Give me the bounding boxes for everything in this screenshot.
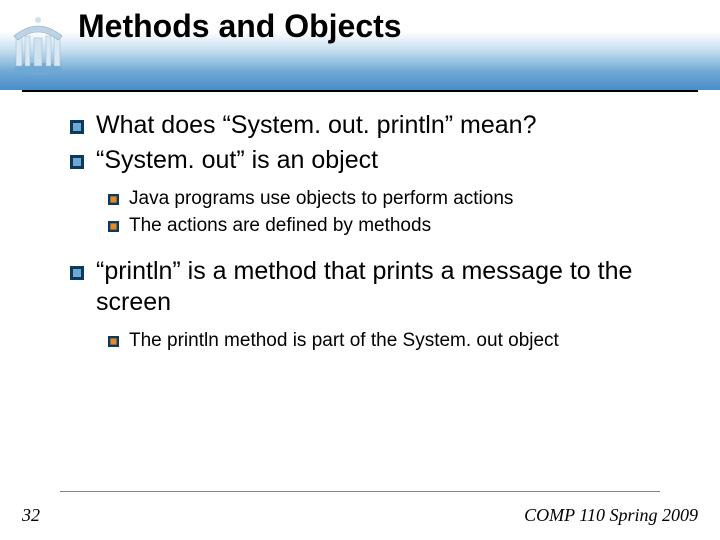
bullet-item: “println” is a method that prints a mess…: [70, 256, 690, 319]
bullet-text: “println” is a method that prints a mess…: [96, 256, 690, 319]
sub-bullet-item: Java programs use objects to perform act…: [108, 187, 690, 211]
unc-logo: [10, 14, 66, 76]
slide-title: Methods and Objects: [78, 8, 402, 45]
bullet-text: The println method is part of the System…: [129, 329, 690, 353]
square-bullet-icon: [108, 336, 119, 347]
sub-bullet-item: The println method is part of the System…: [108, 329, 690, 353]
footer-text: COMP 110 Spring 2009: [524, 505, 698, 526]
square-bullet-icon: [70, 266, 84, 280]
bullet-item: What does “System. out. println” mean?: [70, 110, 690, 141]
bullet-item: “System. out” is an object: [70, 145, 690, 176]
square-bullet-icon: [108, 194, 119, 205]
square-bullet-icon: [108, 221, 119, 232]
bullet-text: “System. out” is an object: [96, 145, 690, 176]
bullet-text: The actions are defined by methods: [129, 214, 690, 238]
bullet-text: What does “System. out. println” mean?: [96, 110, 690, 141]
title-underline: [22, 90, 698, 92]
content-area: What does “System. out. println” mean? “…: [70, 110, 690, 356]
slide-number: 32: [22, 505, 40, 526]
square-bullet-icon: [70, 120, 84, 134]
footer-rule: [60, 491, 660, 492]
square-bullet-icon: [70, 155, 84, 169]
bullet-text: Java programs use objects to perform act…: [129, 187, 690, 211]
sub-bullet-item: The actions are defined by methods: [108, 214, 690, 238]
